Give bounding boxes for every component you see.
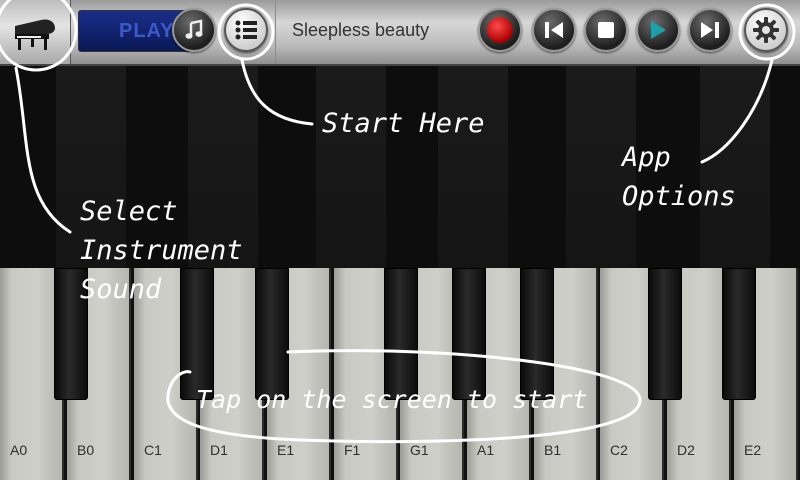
app-options-line: App [622,142,671,173]
settings-highlight-circle [738,3,796,61]
tap-to-start-label: Tap on the screen to start [196,385,588,414]
select-instrument-label: Select Instrument Sound [80,192,243,309]
select-line: Sound [80,274,162,306]
start-here-label: Start Here [322,108,485,139]
select-line: Instrument [80,235,243,267]
start-pointer-line [240,58,314,126]
select-line: Select [80,196,178,227]
app-options-label: App Options [622,138,736,216]
select-pointer-line [14,66,72,234]
list-highlight-circle [217,3,275,61]
instrument-highlight-circle [0,0,78,72]
app-options-line: Options [622,181,736,213]
